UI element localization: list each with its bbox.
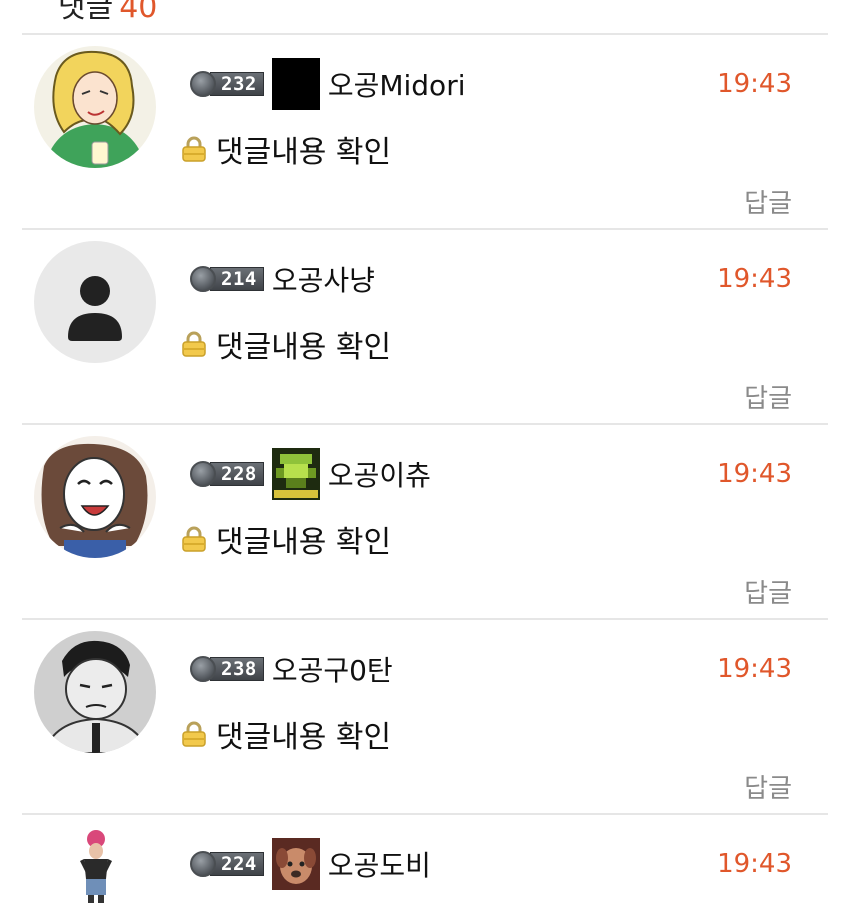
comment-time: 19:43	[717, 654, 792, 684]
secret-comment-text: 댓글내용 확인	[216, 135, 392, 170]
avatar[interactable]	[34, 825, 156, 903]
dog-photo-icon	[271, 838, 320, 890]
avatar-small-figure	[34, 825, 156, 903]
comment-meta: 228 오공이츄	[190, 447, 431, 501]
lock-icon	[182, 136, 206, 162]
comment-item: 224 오공도비 19:43	[0, 815, 850, 903]
secret-comment-text: 댓글내용 확인	[216, 525, 392, 560]
reply-button[interactable]: 답글	[744, 183, 792, 220]
level-number: 224	[210, 852, 264, 876]
comment-meta: 238 오공구0탄	[190, 642, 393, 696]
level-number: 238	[210, 657, 264, 681]
avatar-laughing-woman-illustration	[34, 436, 156, 558]
secret-comment[interactable]: 댓글내용 확인	[180, 322, 391, 366]
level-badge: 214	[190, 265, 264, 293]
reply-button[interactable]: 답글	[744, 573, 792, 610]
comment-item: 214 오공사냥 19:43 댓글내용 확인 답글	[0, 230, 850, 423]
nickname[interactable]: 오공도비	[328, 844, 431, 884]
comment-count: 40	[119, 0, 158, 25]
gear-icon	[190, 656, 216, 682]
comment-time: 19:43	[717, 264, 792, 294]
comment-meta: 232 오공Midori	[190, 57, 465, 111]
avatar[interactable]	[34, 241, 156, 363]
level-badge: 238	[190, 655, 264, 683]
comment-count-header: 댓글 40	[58, 0, 157, 26]
avatar[interactable]	[34, 46, 156, 168]
reply-button[interactable]: 답글	[744, 768, 792, 805]
default-person-icon	[34, 241, 156, 363]
secret-comment[interactable]: 댓글내용 확인	[180, 712, 391, 756]
comment-item: 238 오공구0탄 19:43 댓글내용 확인 답글	[0, 620, 850, 813]
gear-icon	[190, 266, 216, 292]
level-badge: 232	[190, 70, 264, 98]
comment-meta: 224 오공도비	[190, 837, 431, 891]
black-square-icon	[271, 58, 320, 110]
level-number: 214	[210, 267, 264, 291]
gear-icon	[190, 851, 216, 877]
avatar[interactable]	[34, 631, 156, 753]
secret-comment-text: 댓글내용 확인	[216, 330, 392, 365]
secret-comment[interactable]: 댓글내용 확인	[180, 517, 391, 561]
gear-icon	[190, 461, 216, 487]
secret-comment[interactable]: 댓글내용 확인	[180, 127, 391, 171]
level-badge: 228	[190, 460, 264, 488]
nickname[interactable]: 오공사냥	[272, 259, 375, 299]
gear-icon	[190, 71, 216, 97]
green-pixel-character-icon	[271, 448, 320, 500]
avatar[interactable]	[34, 436, 156, 558]
nickname[interactable]: 오공Midori	[328, 64, 466, 104]
reply-button[interactable]: 답글	[744, 378, 792, 415]
comment-header-label: 댓글	[58, 0, 114, 25]
secret-comment-text: 댓글내용 확인	[216, 720, 392, 755]
comment-time: 19:43	[717, 849, 792, 879]
lock-icon	[182, 526, 206, 552]
nickname[interactable]: 오공이츄	[328, 454, 431, 494]
avatar-manga-man-illustration	[34, 631, 156, 753]
lock-icon	[182, 331, 206, 357]
comment-time: 19:43	[717, 459, 792, 489]
lock-icon	[182, 721, 206, 747]
comment-meta: 214 오공사냥	[190, 252, 375, 306]
comment-time: 19:43	[717, 69, 792, 99]
comment-item: 232 오공Midori 19:43 댓글내용 확인 답글	[0, 35, 850, 228]
level-number: 228	[210, 462, 264, 486]
nickname[interactable]: 오공구0탄	[272, 649, 393, 689]
level-number: 232	[210, 72, 264, 96]
avatar-blonde-woman-illustration	[34, 46, 156, 168]
level-badge: 224	[190, 850, 264, 878]
comment-item: 228 오공이츄 19:43 댓글내용 확인 답글	[0, 425, 850, 618]
